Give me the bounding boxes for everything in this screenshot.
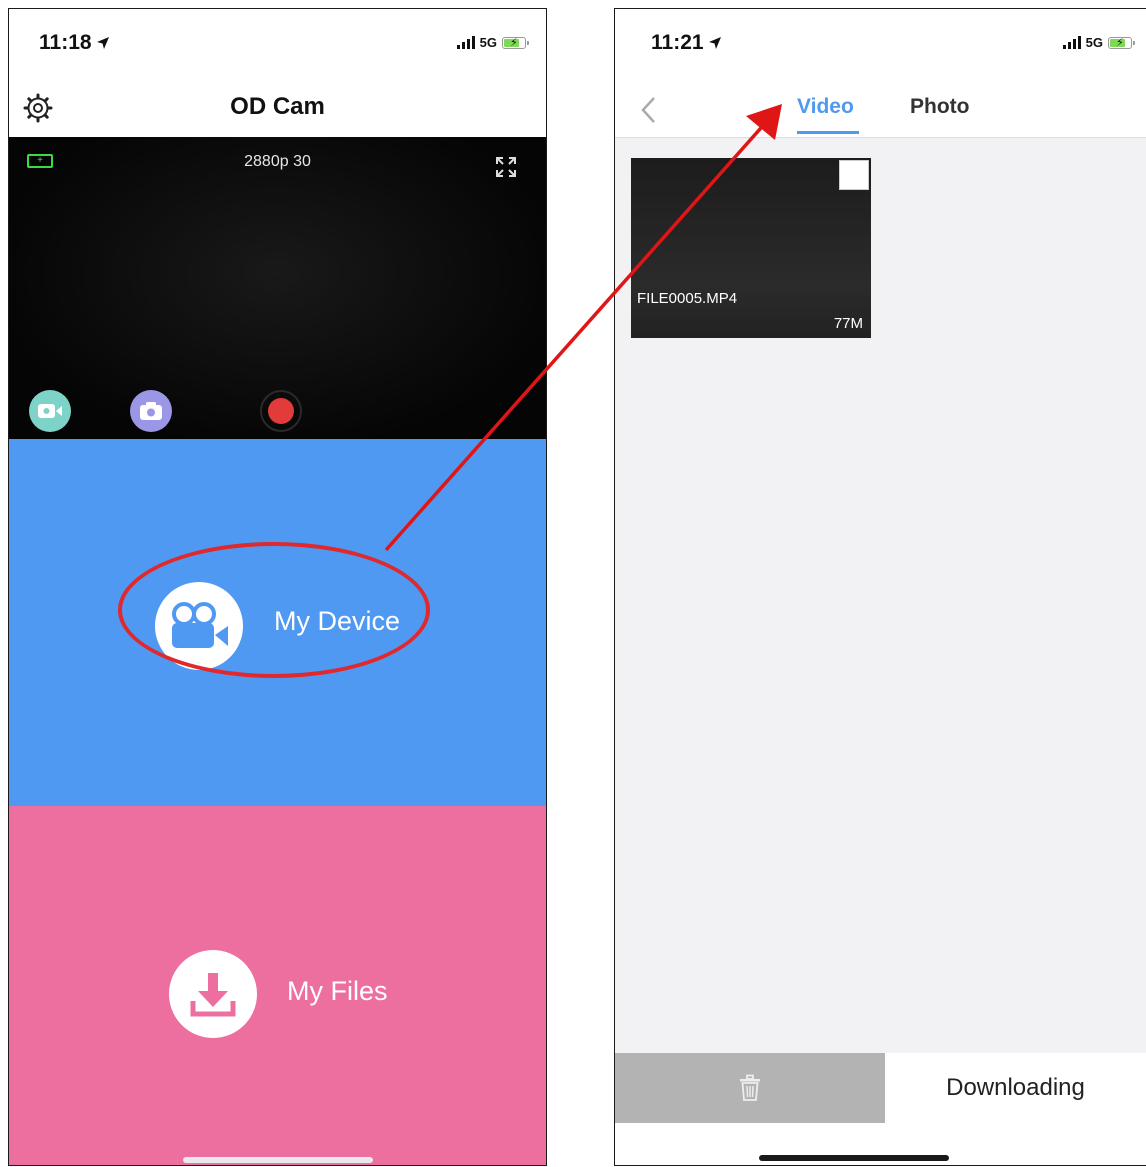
status-time: 11:18 bbox=[39, 31, 110, 55]
bottom-action-bar: Downloading bbox=[615, 1053, 1146, 1123]
fullscreen-icon[interactable] bbox=[494, 155, 518, 179]
gallery-header: Video Photo bbox=[615, 81, 1146, 138]
trash-icon bbox=[740, 1074, 760, 1101]
file-size: 77M bbox=[833, 315, 863, 332]
location-arrow-icon bbox=[96, 37, 109, 49]
network-label: 5G bbox=[1085, 35, 1103, 50]
status-bar: 11:18 5G ⚡ bbox=[9, 9, 546, 81]
photo-mode-button[interactable] bbox=[130, 390, 172, 432]
select-checkbox[interactable] bbox=[839, 160, 869, 190]
battery-icon: ⚡ bbox=[1108, 36, 1135, 49]
photo-mode-icon bbox=[140, 402, 162, 420]
network-label: 5G bbox=[479, 35, 497, 50]
downloading-button[interactable]: Downloading bbox=[885, 1053, 1146, 1123]
status-time: 11:21 bbox=[651, 31, 722, 55]
home-indicator[interactable] bbox=[182, 1157, 373, 1163]
record-button[interactable] bbox=[260, 390, 302, 432]
download-icon bbox=[169, 950, 257, 1038]
app-title: OD Cam bbox=[230, 93, 325, 120]
status-indicators: 5G ⚡ bbox=[456, 35, 529, 50]
delete-button[interactable] bbox=[615, 1053, 885, 1123]
active-tab-indicator bbox=[797, 131, 859, 134]
home-indicator[interactable] bbox=[758, 1155, 949, 1161]
back-chevron-icon[interactable] bbox=[639, 95, 659, 125]
status-indicators: 5G ⚡ bbox=[1062, 35, 1135, 50]
video-mode-icon bbox=[38, 404, 62, 418]
record-icon bbox=[268, 398, 294, 424]
status-time-text: 11:18 bbox=[39, 31, 92, 54]
signal-icon bbox=[456, 36, 475, 49]
right-phone-screen: 11:21 5G ⚡ Video Photo FILE0005.MP4 77M … bbox=[614, 8, 1146, 1166]
video-thumbnail[interactable]: FILE0005.MP4 77M bbox=[631, 158, 871, 338]
battery-icon: ⚡ bbox=[502, 36, 529, 49]
annotation-ellipse bbox=[118, 542, 430, 678]
app-header: OD Cam bbox=[9, 81, 546, 137]
status-bar: 11:21 5G ⚡ bbox=[615, 9, 1146, 81]
signal-icon bbox=[1062, 36, 1081, 49]
video-mode-button[interactable] bbox=[29, 390, 71, 432]
camera-preview: + 2880p 30 bbox=[9, 137, 546, 439]
resolution-label: 2880p 30 bbox=[244, 153, 311, 170]
tab-video[interactable]: Video bbox=[797, 95, 854, 119]
my-files-label: My Files bbox=[287, 976, 388, 1006]
canvas: 11:18 5G ⚡ OD Cam + 2880p 30 My Device M… bbox=[0, 0, 1146, 1167]
status-time-text: 11:21 bbox=[651, 31, 704, 54]
file-name: FILE0005.MP4 bbox=[637, 290, 738, 307]
location-arrow-icon bbox=[708, 37, 721, 49]
my-files-tile[interactable]: My Files bbox=[9, 806, 546, 1165]
tab-photo[interactable]: Photo bbox=[910, 95, 969, 119]
